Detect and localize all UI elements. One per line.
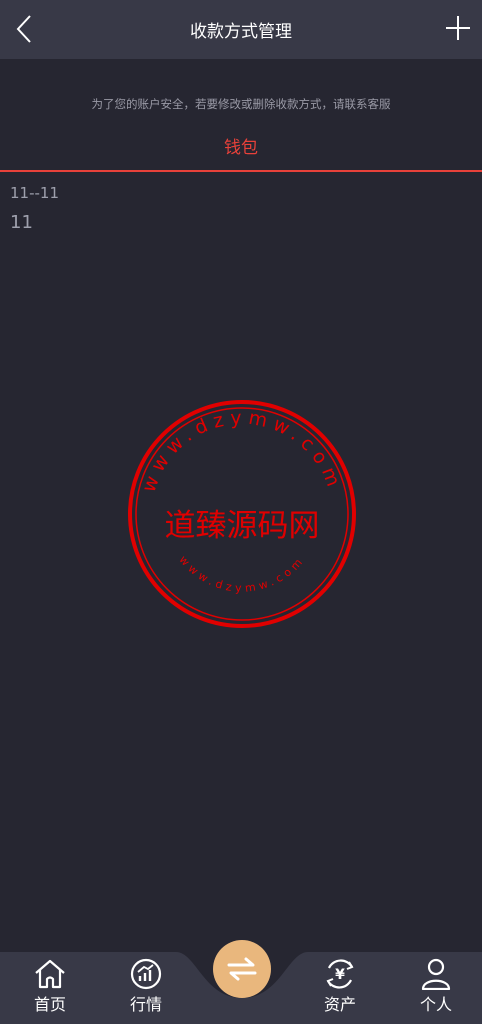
watermark-top-text: www.dzymw.com <box>138 407 341 495</box>
svg-text:www.dzymw.com: www.dzymw.com <box>138 407 347 495</box>
nav-item-profile[interactable]: 个人 <box>396 958 476 1015</box>
watermark-center-text: 道臻源码网 <box>165 508 320 544</box>
nav-label-assets: 资产 <box>323 995 356 1014</box>
watermark-seal: www.dzymw.com www.dzymw.com 道臻源码网 <box>128 400 356 628</box>
tab-active-underline <box>0 170 482 172</box>
header-bar: 收款方式管理 <box>0 0 482 59</box>
swap-button[interactable] <box>213 940 271 998</box>
market-chart-icon <box>130 958 162 990</box>
swap-arrows-icon <box>227 957 257 981</box>
nav-label-profile: 个人 <box>419 995 452 1014</box>
home-icon <box>35 959 65 989</box>
user-icon <box>421 958 451 990</box>
plus-icon <box>446 16 470 40</box>
nav-item-assets[interactable]: ¥ 资产 <box>300 958 380 1015</box>
watermark-bottom-text: www.dzymw.com <box>177 553 304 595</box>
svg-text:www.dzymw.com: www.dzymw.com <box>177 553 308 595</box>
bottom-navigation: 首页 行情 ¥ 资产 个人 <box>0 940 482 1024</box>
payment-methods-page: 收款方式管理 为了您的账户安全，若要修改或删除收款方式，请联系客服 钱包 11-… <box>0 0 482 1024</box>
yuan-assets-icon: ¥ <box>326 959 354 989</box>
add-payment-method-button[interactable] <box>442 12 474 44</box>
svg-text:¥: ¥ <box>335 967 345 983</box>
tab-wallet[interactable]: 钱包 <box>0 133 482 158</box>
nav-item-home[interactable]: 首页 <box>10 958 90 1015</box>
nav-label-home: 首页 <box>33 995 66 1014</box>
nav-label-market: 行情 <box>129 995 162 1014</box>
account-name: 11--11 <box>10 184 59 202</box>
security-notice: 为了您的账户安全，若要修改或删除收款方式，请联系客服 <box>91 97 391 111</box>
page-title: 收款方式管理 <box>190 22 292 42</box>
account-number: 11 <box>10 212 33 233</box>
nav-item-market[interactable]: 行情 <box>106 958 186 1015</box>
